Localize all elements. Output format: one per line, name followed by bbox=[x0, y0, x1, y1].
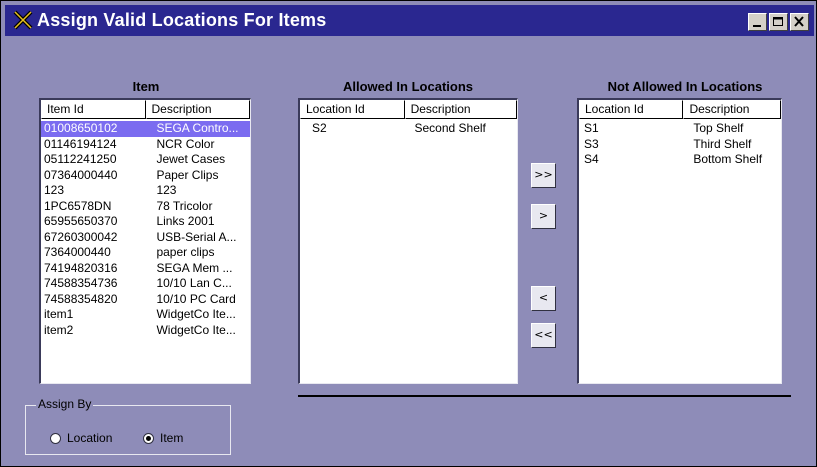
list-item[interactable]: 05112241250 Jewet Cases bbox=[41, 152, 250, 168]
list-item[interactable]: 1PC6578DN 78 Tricolor bbox=[41, 199, 250, 215]
cell-description: NCR Color bbox=[156, 136, 215, 151]
window-title: Assign Valid Locations For Items bbox=[37, 10, 327, 30]
not-allowed-locations-listview[interactable]: Location Id Description S1 Top Shelf S3 Thi… bbox=[577, 98, 782, 384]
column-header-location-id[interactable]: Location Id bbox=[300, 100, 405, 119]
cell-id: S4 bbox=[584, 152, 599, 166]
column-header-description[interactable]: Description bbox=[145, 100, 250, 119]
list-item[interactable]: item2 WidgetCo Ite... bbox=[41, 323, 250, 339]
minimize-button[interactable] bbox=[748, 13, 767, 31]
cell-id: 1PC6578DN bbox=[44, 198, 112, 213]
list-item[interactable]: S4 Bottom Shelf bbox=[579, 152, 781, 168]
close-button[interactable] bbox=[790, 13, 809, 31]
cell-id: 05112241250 bbox=[44, 152, 117, 166]
list-item[interactable]: 74588354736 10/10 Lan C... bbox=[41, 276, 250, 292]
cell-description: Top Shelf bbox=[693, 121, 744, 135]
column-header-description[interactable]: Description bbox=[404, 100, 517, 119]
cell-description: Bottom Shelf bbox=[693, 152, 763, 166]
cell-description: 78 Tricolor bbox=[156, 198, 213, 213]
cell-description: WidgetCo Ite... bbox=[156, 307, 236, 321]
cell-id: 67260300042 bbox=[44, 229, 118, 244]
radio-item[interactable]: Item bbox=[143, 431, 183, 445]
radio-item-label: Item bbox=[160, 431, 184, 445]
cell-id: 01008650102 bbox=[44, 121, 118, 135]
list-item[interactable]: 74194820316 SEGA Mem ... bbox=[41, 261, 250, 277]
cell-description: WidgetCo Ite... bbox=[156, 322, 236, 337]
cell-description: SEGA Mem ... bbox=[156, 260, 233, 275]
move-all-right-button[interactable]: >> bbox=[531, 163, 556, 188]
not-allowed-group-label: Not Allowed In Locations bbox=[607, 79, 763, 94]
not-allowed-list-header: Location Id Description bbox=[579, 100, 781, 119]
cell-id: 01146194124 bbox=[44, 136, 117, 151]
cell-description: SEGA Contro... bbox=[156, 121, 239, 135]
column-header-item-id[interactable]: Item Id bbox=[41, 100, 146, 119]
move-one-right-button[interactable]: > bbox=[531, 204, 556, 229]
list-item[interactable]: 07364000440 Paper Clips bbox=[41, 168, 250, 184]
cell-id: 7364000440 bbox=[44, 245, 111, 259]
assign-by-legend: Assign By bbox=[36, 397, 94, 411]
radio-location[interactable]: Location bbox=[50, 431, 112, 445]
allowed-locations-listview[interactable]: Location Id Description S2 Second Shelf bbox=[298, 98, 518, 384]
cell-description: Second Shelf bbox=[414, 121, 486, 135]
list-item[interactable]: 7364000440 paper clips bbox=[41, 245, 250, 261]
cell-description: paper clips bbox=[156, 245, 215, 259]
move-one-left-button[interactable]: < bbox=[531, 286, 556, 311]
list-item[interactable]: 01008650102 SEGA Contro... bbox=[41, 121, 250, 137]
radio-location-dot[interactable] bbox=[50, 432, 61, 444]
list-item[interactable]: 123 123 bbox=[41, 183, 250, 199]
item-listview[interactable]: Item Id Description 01008650102 SEGA Cont… bbox=[39, 98, 251, 384]
maximize-icon bbox=[773, 17, 783, 26]
divider-line bbox=[298, 395, 791, 397]
list-item[interactable]: 67260300042 USB-Serial A... bbox=[41, 230, 250, 246]
radio-location-label: Location bbox=[67, 431, 113, 445]
list-item[interactable]: 74588354820 10/10 PC Card bbox=[41, 292, 250, 308]
column-header-location-id[interactable]: Location Id bbox=[579, 100, 684, 119]
list-item[interactable]: item1 WidgetCo Ite... bbox=[41, 307, 250, 323]
cell-id: S2 bbox=[312, 121, 327, 135]
close-icon bbox=[794, 16, 804, 27]
cell-description: Third Shelf bbox=[693, 136, 752, 151]
column-header-description[interactable]: Description bbox=[683, 100, 781, 119]
cell-description: Paper Clips bbox=[156, 167, 219, 182]
app-x-icon bbox=[13, 10, 33, 30]
title-bar[interactable]: Assign Valid Locations For Items bbox=[5, 5, 814, 36]
cell-id: item2 bbox=[44, 322, 74, 337]
cell-id: 123 bbox=[44, 183, 65, 197]
list-item[interactable]: 65955650370 Links 2001 bbox=[41, 214, 250, 230]
list-item[interactable]: 01146194124 NCR Color bbox=[41, 137, 250, 153]
cell-id: 74194820316 bbox=[44, 260, 118, 275]
allowed-rows: S2 Second Shelf bbox=[300, 121, 517, 137]
move-all-left-button[interactable]: << bbox=[531, 323, 556, 348]
item-rows: 01008650102 SEGA Contro... 01146194124 NCR … bbox=[41, 121, 250, 338]
cell-description: Links 2001 bbox=[156, 214, 215, 228]
cell-description: 10/10 PC Card bbox=[156, 291, 236, 306]
not-allowed-rows: S1 Top Shelf S3 Third Shelf S4 Bottom Shelf bbox=[579, 121, 781, 168]
radio-item-dot[interactable] bbox=[143, 432, 154, 444]
cell-id: 74588354820 bbox=[44, 291, 118, 306]
cell-id: item1 bbox=[44, 307, 74, 321]
allowed-list-header: Location Id Description bbox=[300, 100, 517, 119]
assign-by-group bbox=[25, 405, 231, 455]
cell-description: USB-Serial A... bbox=[156, 229, 237, 244]
minimize-icon bbox=[753, 25, 761, 27]
item-list-header: Item Id Description bbox=[41, 100, 250, 119]
maximize-button[interactable] bbox=[769, 13, 788, 31]
assign-locations-window: Assign Valid Locations For Items Item It… bbox=[0, 0, 817, 467]
list-item[interactable]: S2 Second Shelf bbox=[300, 121, 517, 137]
allowed-group-label: Allowed In Locations bbox=[342, 79, 473, 94]
list-item[interactable]: S1 Top Shelf bbox=[579, 121, 781, 137]
cell-id: S3 bbox=[584, 136, 599, 151]
cell-id: 74588354736 bbox=[44, 276, 118, 290]
cell-description: 123 bbox=[156, 183, 177, 197]
cell-description: 10/10 Lan C... bbox=[156, 276, 232, 290]
list-item[interactable]: S3 Third Shelf bbox=[579, 137, 781, 153]
cell-id: 65955650370 bbox=[44, 214, 118, 228]
cell-description: Jewet Cases bbox=[156, 152, 226, 166]
item-group-label: Item bbox=[132, 79, 160, 94]
cell-id: 07364000440 bbox=[44, 167, 118, 182]
cell-id: S1 bbox=[584, 121, 599, 135]
